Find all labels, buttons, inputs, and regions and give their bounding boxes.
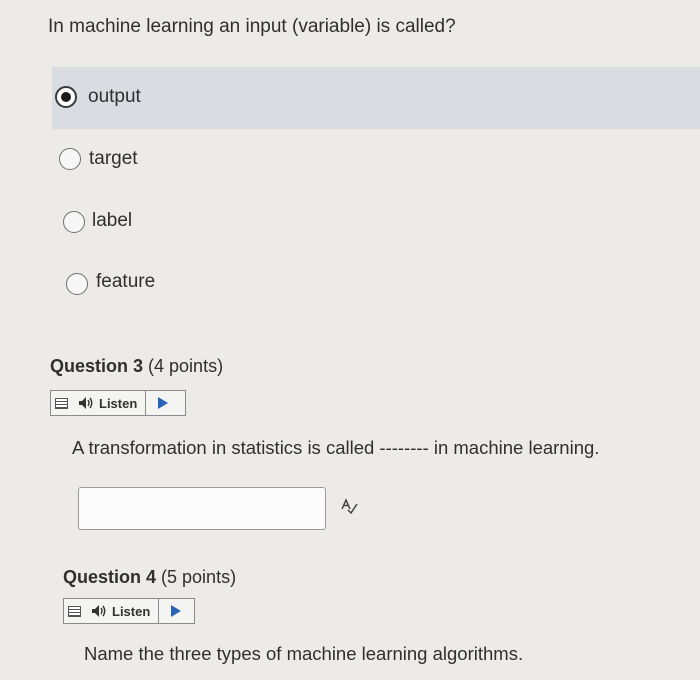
question-3-heading: Question 3 (4 points) (50, 356, 223, 377)
question-prompt: Name the three types of machine learning… (84, 643, 524, 664)
radio-icon[interactable] (66, 273, 88, 295)
listen-label: Listen (112, 603, 151, 619)
option-label: output (88, 86, 141, 107)
option-target[interactable]: target (52, 129, 700, 191)
question-points: (4 points) (148, 356, 224, 376)
question-points: (5 points) (161, 567, 237, 587)
radio-icon[interactable] (63, 211, 85, 233)
option-label-choice[interactable]: label (52, 191, 700, 253)
question-title: Question 3 (50, 356, 144, 376)
menu-icon[interactable] (55, 397, 68, 409)
play-icon[interactable] (158, 397, 169, 409)
listen-button[interactable]: Listen (63, 598, 195, 624)
menu-icon[interactable] (68, 605, 81, 617)
option-output[interactable]: output (52, 67, 700, 129)
option-label: target (89, 148, 138, 169)
option-label: label (92, 210, 133, 231)
question-4-heading: Question 4 (5 points) (63, 567, 236, 588)
radio-selected-icon[interactable] (55, 86, 77, 108)
spellcheck-icon[interactable] (340, 498, 358, 514)
question-prompt: In machine learning an input (variable) … (48, 16, 456, 37)
speaker-icon (92, 605, 106, 617)
question-prompt: A transformation in statistics is called… (72, 437, 600, 458)
divider (158, 599, 160, 623)
answer-input[interactable] (78, 487, 326, 530)
listen-label: Listen (99, 395, 138, 411)
radio-icon[interactable] (59, 148, 81, 170)
option-feature[interactable]: feature (52, 252, 700, 314)
listen-button[interactable]: Listen (50, 390, 186, 416)
speaker-icon (79, 397, 93, 409)
option-label: feature (96, 271, 156, 292)
question-title: Question 4 (63, 567, 157, 587)
play-icon[interactable] (171, 605, 182, 617)
divider (145, 391, 147, 415)
